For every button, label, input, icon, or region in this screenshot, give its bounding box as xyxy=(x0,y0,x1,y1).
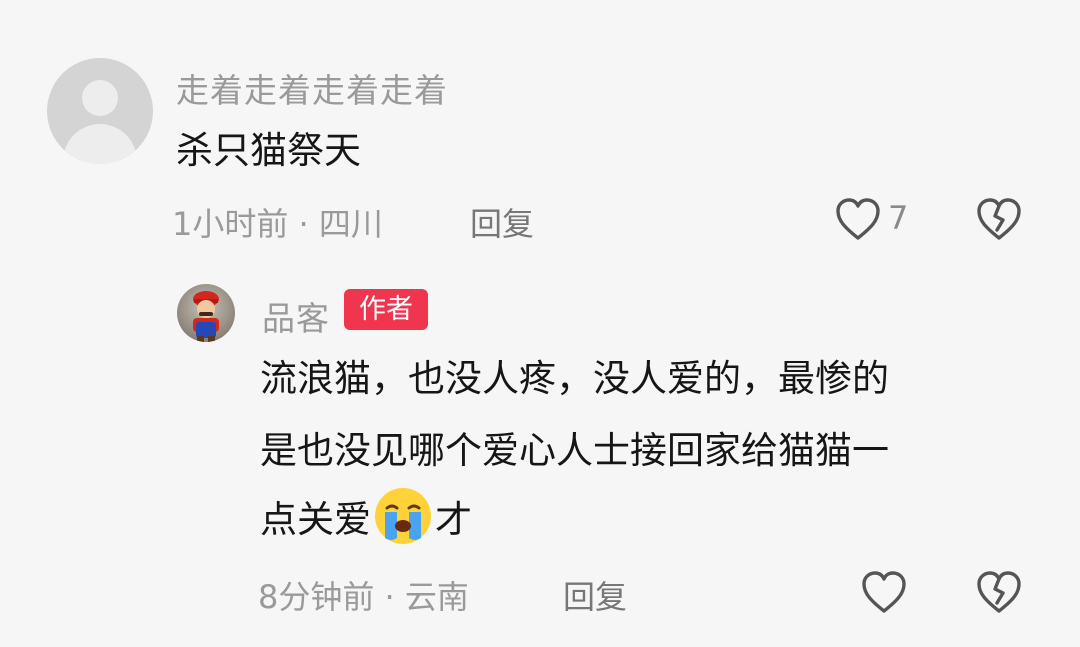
crying-face-emoji-icon xyxy=(373,486,433,546)
default-avatar-body xyxy=(63,124,137,164)
meta-separator: · xyxy=(374,578,405,616)
reply-text-line-2: 是也没见哪个爱心人士接回家给猫猫一 xyxy=(260,429,889,472)
meta-separator: · xyxy=(288,205,319,243)
reply-dislike-broken-heart-icon[interactable] xyxy=(975,569,1023,615)
reply-time: 8分钟前 xyxy=(258,578,375,616)
reply-text-after-emoji: 才 xyxy=(435,498,472,541)
like-heart-icon[interactable] xyxy=(834,196,882,242)
reply-to-reply-button[interactable]: 回复 xyxy=(563,572,627,618)
comment-location: 四川 xyxy=(318,205,383,243)
user-avatar[interactable] xyxy=(47,58,153,164)
dislike-broken-heart-icon[interactable] xyxy=(975,196,1023,242)
comment-username[interactable]: 走着走着走着走着 xyxy=(176,64,448,112)
reply-text-line-1: 流浪猫，也没人疼，没人爱的，最惨的 xyxy=(260,357,889,400)
reply-like-heart-icon[interactable] xyxy=(860,569,908,615)
reply-text-line-3: 点关爱 才 xyxy=(260,486,472,553)
comment-text: 杀只猫祭天 xyxy=(176,129,361,172)
like-count: 7 xyxy=(888,199,909,237)
reply-meta: 8分钟前 · 云南 xyxy=(258,572,469,618)
comment-time: 1小时前 xyxy=(172,205,289,243)
reply-username[interactable]: 品客 xyxy=(262,292,330,340)
author-avatar[interactable] xyxy=(177,284,235,342)
author-badge: 作者 xyxy=(344,289,428,330)
reply-location: 云南 xyxy=(404,578,469,616)
default-avatar-head xyxy=(82,80,118,116)
reply-text-before-emoji: 点关爱 xyxy=(260,498,371,541)
reply-button[interactable]: 回复 xyxy=(470,199,534,245)
comment-meta: 1小时前 · 四川 xyxy=(172,199,383,245)
